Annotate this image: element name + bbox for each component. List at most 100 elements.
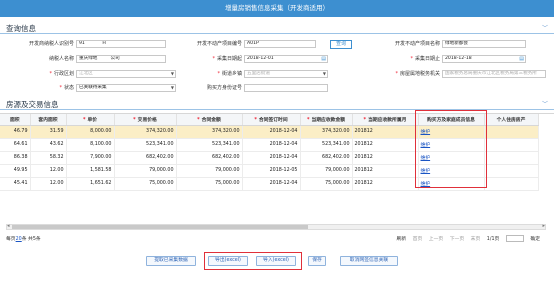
table-cell: 2018-12-05 (242, 164, 301, 178)
column-header-label: 面积 (9, 117, 20, 123)
table-cell: 12.00 (30, 177, 67, 191)
cancel-link-button[interactable]: 取消网签信息关联 (340, 256, 398, 266)
table-cell: 75,000.00 (114, 177, 177, 191)
district-label: * 行政区划 (4, 70, 74, 79)
taxpayer-name-label: 纳税人名称 (48, 56, 74, 62)
calendar-icon[interactable]: ▤ (321, 56, 326, 62)
table-cell: 374,320.00 (176, 125, 243, 139)
table-cell: 45.41 (0, 177, 31, 191)
last-page-link[interactable]: 末页 (471, 237, 481, 242)
project-name-label: 开发不动产项目名称 (394, 41, 440, 47)
table-cell: 201812 (352, 164, 419, 178)
column-header-label: 单价 (87, 117, 98, 123)
column-header[interactable]: * 合同签订时间 (242, 114, 301, 126)
street-select[interactable]: 五里店街道 ▼ (244, 70, 328, 78)
scroll-right-icon[interactable]: ▸ (542, 223, 545, 229)
required-star-icon: * (82, 117, 86, 123)
required-star-icon: * (410, 56, 413, 62)
column-header[interactable]: 套内面积 (30, 114, 67, 126)
street-label: * 街道乡镇 (170, 70, 242, 79)
project-name-field[interactable]: 绿地新都会 (442, 40, 526, 48)
query-section-header[interactable]: 查询信息 ﹀ (0, 22, 554, 34)
cert-no-label: 购买方身份证号 (206, 85, 242, 91)
query-section-title: 查询信息 (6, 24, 36, 33)
status-value: 已关联待采集 (79, 85, 107, 90)
table-cell (484, 125, 539, 139)
status-label: * 状态 (4, 84, 74, 93)
project-code-field[interactable]: A01P (244, 40, 316, 48)
table-cell: 75,000.00 (300, 177, 353, 191)
scrollbar-thumb[interactable] (12, 225, 308, 229)
first-page-link[interactable]: 首页 (413, 237, 423, 242)
taxpayer-name-field[interactable]: 重庆绿地 公司 (76, 55, 166, 63)
table-cell: 46.79 (0, 125, 31, 139)
seller-tax-id-field[interactable]: 91 H (76, 40, 166, 48)
goto-page-button[interactable]: 确定 (530, 237, 540, 242)
table-cell: 43.62 (30, 138, 67, 152)
table-cell: 682,402.00 (114, 151, 177, 165)
required-star-icon: * (217, 71, 220, 77)
date-end-label: * 采集日期止 (368, 55, 440, 64)
calendar-icon[interactable]: ▤ (519, 56, 524, 62)
goto-page-input[interactable] (505, 235, 524, 242)
table-cell: 2018-12-04 (242, 151, 301, 165)
column-header-label: 个人住房房产 (496, 117, 526, 123)
cert-no-field[interactable] (244, 84, 328, 92)
status-select[interactable]: 已关联待采集 ▼ (76, 84, 176, 92)
column-header[interactable]: 个人住房房产 (484, 114, 539, 126)
collapse-chevron-icon[interactable]: ﹀ (542, 23, 548, 32)
tax-authority-value: 国家税务总局重庆市江北区税务局第三税务所 (445, 71, 537, 76)
district-value: 江北区 (79, 71, 93, 76)
taxpayer-name-value: 重庆绿地 公司 (79, 56, 120, 61)
table-cell: 201812 (352, 125, 419, 139)
table-cell: 86.38 (0, 151, 31, 165)
column-header[interactable]: * 交易价格 (114, 114, 177, 126)
table-cell: 523,341.00 (114, 138, 177, 152)
table-cell: 201812 (352, 177, 419, 191)
date-end-value: 2018-12-18 (445, 56, 472, 61)
table-cell: 682,402.00 (300, 151, 353, 165)
required-star-icon: * (363, 117, 367, 123)
column-header[interactable]: * 合同金额 (176, 114, 243, 126)
pager-controls: 刷新 首页 上一页 下一页 末页 1/1页 确定 (392, 235, 540, 242)
column-header-label: 合同签订时间 (258, 117, 288, 123)
column-header-label: 当期应收款金额 (311, 117, 346, 123)
next-page-link[interactable]: 下一页 (450, 237, 464, 242)
table-cell: 8,000.00 (66, 125, 115, 139)
column-header[interactable]: * 当期应收款金额 (300, 114, 353, 126)
column-header-label: 当期应收款所属月 (368, 117, 407, 123)
page-size-info: 每页20条 共5条 (6, 235, 41, 242)
table-section-title: 房源及交易信息 (6, 100, 59, 109)
date-start-label: * 采集日期起 (170, 55, 242, 64)
seller-tax-id-value: 91 H (79, 41, 106, 46)
per-page-suffix: 条 共5条 (21, 237, 41, 242)
column-header[interactable]: * 单价 (66, 114, 115, 126)
tax-authority-select[interactable]: 国家税务总局重庆市江北区税务局第三税务所 (442, 70, 546, 78)
prev-page-link[interactable]: 上一页 (429, 237, 443, 242)
table-cell: 31.59 (30, 125, 67, 139)
query-button[interactable]: 查询 (330, 40, 352, 49)
dropdown-arrow-icon[interactable]: ▼ (323, 71, 326, 77)
horizontal-scrollbar[interactable]: ◂ ▸ (6, 223, 546, 230)
collapse-chevron-icon[interactable]: ﹀ (542, 99, 548, 108)
table-cell (484, 164, 539, 178)
date-start-value: 2018-12-01 (247, 56, 274, 61)
district-select[interactable]: 江北区 ▼ (76, 70, 176, 78)
save-button[interactable]: 保存 (308, 256, 326, 266)
table-cell: 2018-12-04 (242, 177, 301, 191)
date-start-field[interactable]: 2018-12-01 ▤ (244, 55, 328, 63)
required-star-icon: * (133, 117, 136, 123)
date-end-label-text: 采集日期止 (414, 56, 440, 62)
column-header[interactable]: * 当期应收款所属月 (352, 114, 419, 126)
table-cell: 49.95 (0, 164, 31, 178)
table-section-header[interactable]: 房源及交易信息 ﹀ (0, 98, 554, 110)
date-end-field[interactable]: 2018-12-18 ▤ (442, 55, 526, 63)
project-name-value: 绿地新都会 (445, 41, 468, 46)
required-star-icon: * (197, 117, 200, 123)
fetch-collected-button[interactable]: 提取已采集数据 (146, 256, 196, 266)
scroll-left-icon[interactable]: ◂ (7, 223, 10, 229)
column-header[interactable]: 面积 (0, 114, 31, 126)
table-cell: 2018-12-04 (242, 125, 301, 139)
required-star-icon: * (306, 117, 310, 123)
refresh-link[interactable]: 刷新 (397, 237, 407, 242)
